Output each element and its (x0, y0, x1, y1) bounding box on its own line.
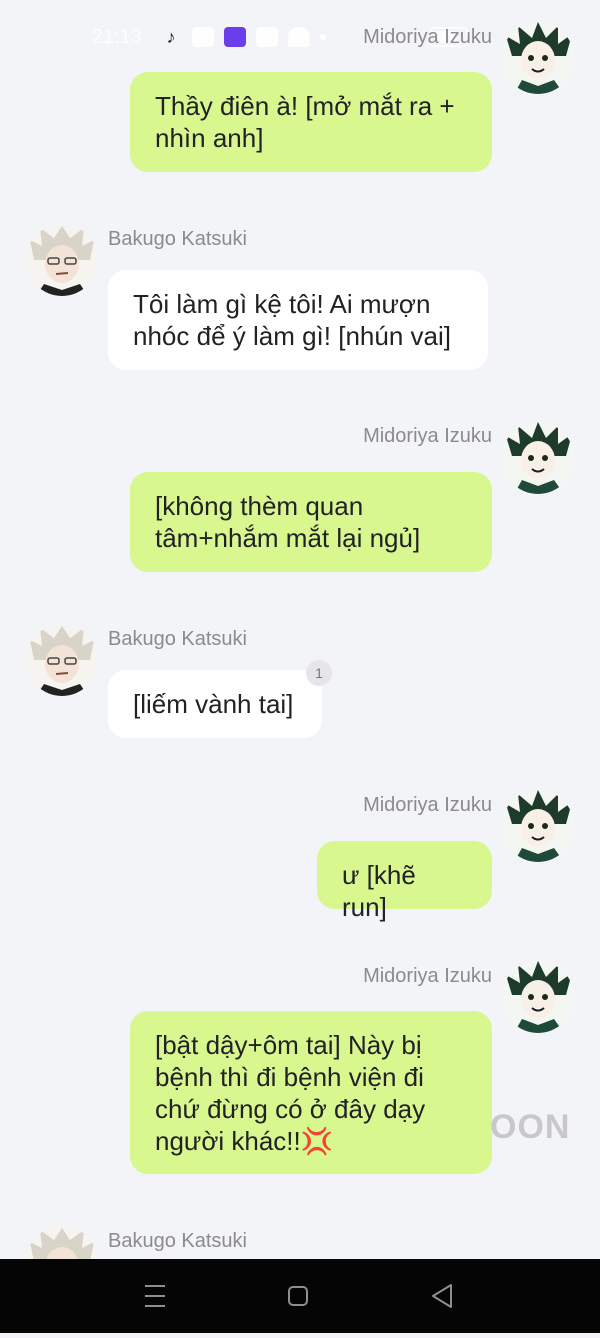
sender-name: Bakugo Katsuki (108, 228, 247, 250)
message-bubble[interactable]: Tôi làm gì kệ tôi! Ai mượn nhóc để ý làm… (108, 270, 488, 370)
sender-name: Midoriya Izuku (363, 794, 492, 816)
bakugo-avatar-icon (26, 224, 98, 296)
bakugo-avatar-icon (26, 624, 98, 696)
sender-name: Midoriya Izuku (363, 26, 492, 48)
message-bubble[interactable]: Thầy điên à! [mở mắt ra + nhìn anh] (130, 72, 492, 172)
message-bubble[interactable]: [bật dậy+ôm tai] Này bị bệnh thì đi bệnh… (130, 1011, 492, 1174)
back-icon[interactable] (411, 1259, 471, 1333)
avatar-midoriya[interactable] (502, 961, 574, 1033)
status-time: 21:13 (92, 26, 143, 48)
avatar-midoriya[interactable] (502, 790, 574, 862)
unread-badge: 1 (306, 660, 332, 686)
avatar-bakugo[interactable] (26, 224, 98, 296)
watermark: OON (490, 1108, 571, 1146)
tiktok-icon: ♪ (166, 27, 176, 47)
message-bubble[interactable]: ư [khẽ run] (317, 841, 492, 922)
avatar-midoriya[interactable] (502, 422, 574, 494)
midoriya-avatar-icon (502, 961, 574, 1033)
midoriya-avatar-icon (502, 22, 574, 94)
sender-name: Midoriya Izuku (363, 425, 492, 447)
avatar-midoriya[interactable] (502, 22, 574, 94)
midoriya-avatar-icon (502, 790, 574, 862)
sender-name: Bakugo Katsuki (108, 1230, 247, 1252)
message-bubble[interactable]: [không thèm quan tâm+nhắm mắt lại ngủ] (130, 472, 492, 572)
menu-icon[interactable] (125, 1259, 185, 1333)
game-icon (224, 27, 246, 47)
navigation-bar (0, 1259, 600, 1333)
youtube-icon (192, 27, 214, 47)
sender-name: Bakugo Katsuki (108, 628, 247, 650)
avatar-bakugo[interactable] (26, 624, 98, 696)
home-icon[interactable] (268, 1259, 328, 1333)
facebook-icon (256, 27, 278, 47)
midoriya-avatar-icon (502, 422, 574, 494)
message-bubble[interactable]: [liếm vành tai] (108, 670, 322, 738)
sender-name: Midoriya Izuku (363, 965, 492, 987)
